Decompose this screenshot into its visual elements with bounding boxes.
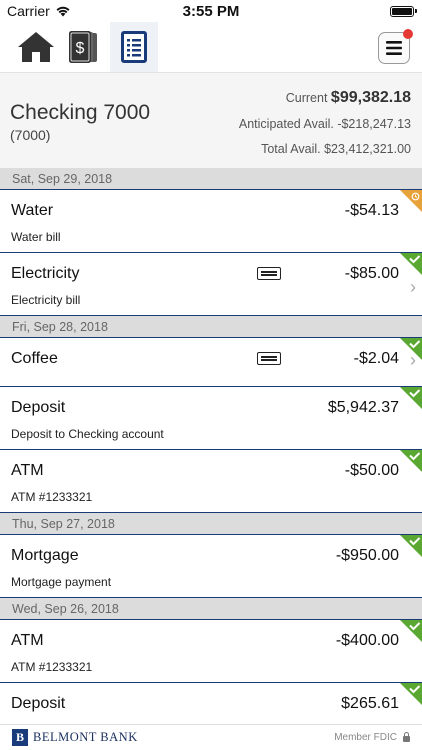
status-left: Carrier: [7, 3, 71, 19]
transaction-row[interactable]: Electricity Electricity bill -$85.00 ›: [0, 253, 422, 316]
notification-dot: [403, 29, 413, 39]
transaction-description: Water bill: [11, 230, 61, 244]
transaction-row[interactable]: Mortgage Mortgage payment -$950.00: [0, 535, 422, 598]
carrier-label: Carrier: [7, 3, 50, 19]
account-name: Checking 7000: [10, 101, 151, 124]
transaction-amount: $5,942.37: [327, 399, 399, 416]
transaction-name: ATM: [11, 462, 44, 479]
chevron-right-icon: ›: [410, 277, 416, 297]
transaction-amount: -$85.00: [344, 265, 399, 282]
date-header: Wed, Sep 26, 2018: [0, 598, 422, 620]
transaction-description: Deposit to Checking account: [11, 427, 164, 441]
battery-icon: [390, 5, 417, 17]
footer: B BELMONT BANK Member FDIC: [0, 724, 422, 750]
transaction-row[interactable]: ATM ATM #1233321 -$400.00: [0, 620, 422, 683]
bank-name: BELMONT BANK: [33, 730, 138, 744]
date-header: Thu, Sep 27, 2018: [0, 513, 422, 535]
wifi-icon: [56, 6, 70, 17]
home-icon: [18, 32, 54, 62]
cleared-check-icon: [400, 683, 422, 705]
transaction-amount: -$54.13: [344, 202, 399, 219]
cleared-check-icon: [400, 620, 422, 642]
hamburger-icon: [386, 41, 402, 55]
transaction-row[interactable]: Coffee -$2.04 ›: [0, 338, 422, 387]
transaction-name: Coffee: [11, 350, 58, 367]
cleared-check-icon: [400, 450, 422, 472]
transaction-row[interactable]: ATM ATM #1233321 -$50.00: [0, 450, 422, 513]
transaction-name: Deposit: [11, 695, 66, 712]
status-bar: Carrier 3:55 PM: [0, 0, 422, 22]
current-balance-label: Current: [285, 91, 328, 105]
memo-icon[interactable]: [257, 267, 281, 280]
cleared-check-icon: [400, 253, 422, 275]
transaction-description: Mortgage payment: [11, 575, 112, 589]
transaction-description: ATM #1233321: [11, 490, 93, 504]
transactions-button[interactable]: [110, 22, 158, 72]
transaction-row[interactable]: Water Water bill -$54.13: [0, 190, 422, 253]
svg-text:$: $: [76, 40, 85, 57]
transaction-name: ATM: [11, 632, 44, 649]
transaction-name: Mortgage: [11, 547, 79, 564]
memo-icon[interactable]: [257, 352, 281, 365]
transaction-amount: $265.61: [341, 695, 399, 712]
transaction-name: Electricity: [11, 265, 80, 282]
transaction-amount: -$50.00: [344, 462, 399, 479]
transaction-list[interactable]: Sat, Sep 29, 2018 Water Water bill -$54.…: [0, 168, 422, 724]
cleared-check-icon: [400, 387, 422, 409]
current-balance-value: $99,382.18: [330, 89, 411, 106]
transaction-amount: -$950.00: [335, 547, 399, 564]
anticipated-balance: Anticipated Avail. -$218,247.13: [238, 117, 411, 131]
fdic-notice: Member FDIC: [334, 732, 410, 743]
transaction-amount: -$2.04: [353, 350, 399, 367]
cleared-check-icon: [400, 338, 422, 360]
bank-logo: B: [12, 729, 28, 746]
transaction-row[interactable]: Deposit $265.61: [0, 683, 422, 724]
transaction-name: Deposit: [11, 399, 66, 416]
fdic-label: Member FDIC: [334, 732, 397, 743]
date-header: Sat, Sep 29, 2018: [0, 168, 422, 190]
date-header: Fri, Sep 28, 2018: [0, 316, 422, 338]
list-document-icon: [121, 31, 147, 63]
lock-icon: [403, 732, 410, 742]
total-balance: Total Avail. $23,412,321.00: [261, 142, 411, 156]
home-button[interactable]: [14, 24, 58, 70]
transaction-description: Electricity bill: [11, 293, 81, 307]
transaction-name: Water: [11, 202, 54, 219]
menu-button[interactable]: [378, 29, 413, 64]
account-header: Checking 7000 (7000) Current $99,382.18 …: [0, 72, 422, 168]
transaction-row[interactable]: Deposit Deposit to Checking account $5,9…: [0, 387, 422, 450]
toolbar: $: [0, 22, 422, 72]
cleared-check-icon: [400, 535, 422, 557]
transaction-amount: -$400.00: [335, 632, 399, 649]
transaction-description: ATM #1233321: [11, 660, 93, 674]
pending-clock-icon: [400, 190, 422, 212]
accounts-button[interactable]: $: [62, 24, 106, 70]
dollar-cards-icon: $: [69, 31, 97, 63]
current-balance: Current $99,382.18: [286, 89, 411, 107]
account-number: (7000): [10, 127, 51, 143]
